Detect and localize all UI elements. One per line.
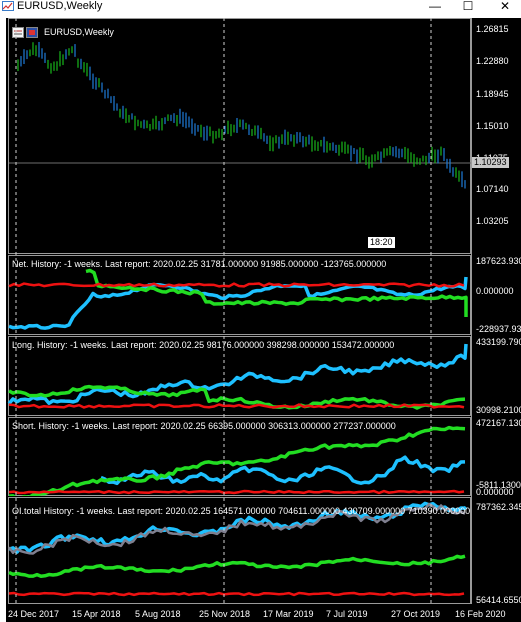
time-gridlines	[15, 18, 432, 604]
time-tick: 16 Feb 2020	[455, 609, 506, 619]
time-tick: 24 Dec 2017	[8, 609, 60, 619]
time-tick: 27 Oct 2019	[391, 609, 441, 619]
close-button[interactable]: ✕	[494, 0, 516, 13]
terminal-window: EURUSD,Weekly — ☐ ✕ EURUSD,Weekly 1.2681…	[0, 0, 521, 622]
time-tick: 15 Apr 2018	[72, 609, 121, 619]
time-tick: 5 Aug 2018	[135, 609, 181, 619]
time-tick: 17 Mar 2019	[263, 609, 314, 619]
chart-app-icon	[2, 1, 14, 11]
time-tick: 25 Nov 2018	[199, 609, 251, 619]
time-tick: 7 Jul 2019	[326, 609, 368, 619]
maximize-button[interactable]: ☐	[457, 0, 479, 13]
minimize-button[interactable]: —	[424, 0, 446, 13]
chart-area[interactable]: EURUSD,Weekly 1.26815 1.22880 1.18945 1.…	[6, 18, 521, 622]
window-title: EURUSD,Weekly	[17, 0, 103, 12]
title-bar: EURUSD,Weekly — ☐ ✕	[0, 0, 521, 14]
time-axis: 24 Dec 2017 15 Apr 2018 5 Aug 2018 25 No…	[6, 609, 521, 621]
